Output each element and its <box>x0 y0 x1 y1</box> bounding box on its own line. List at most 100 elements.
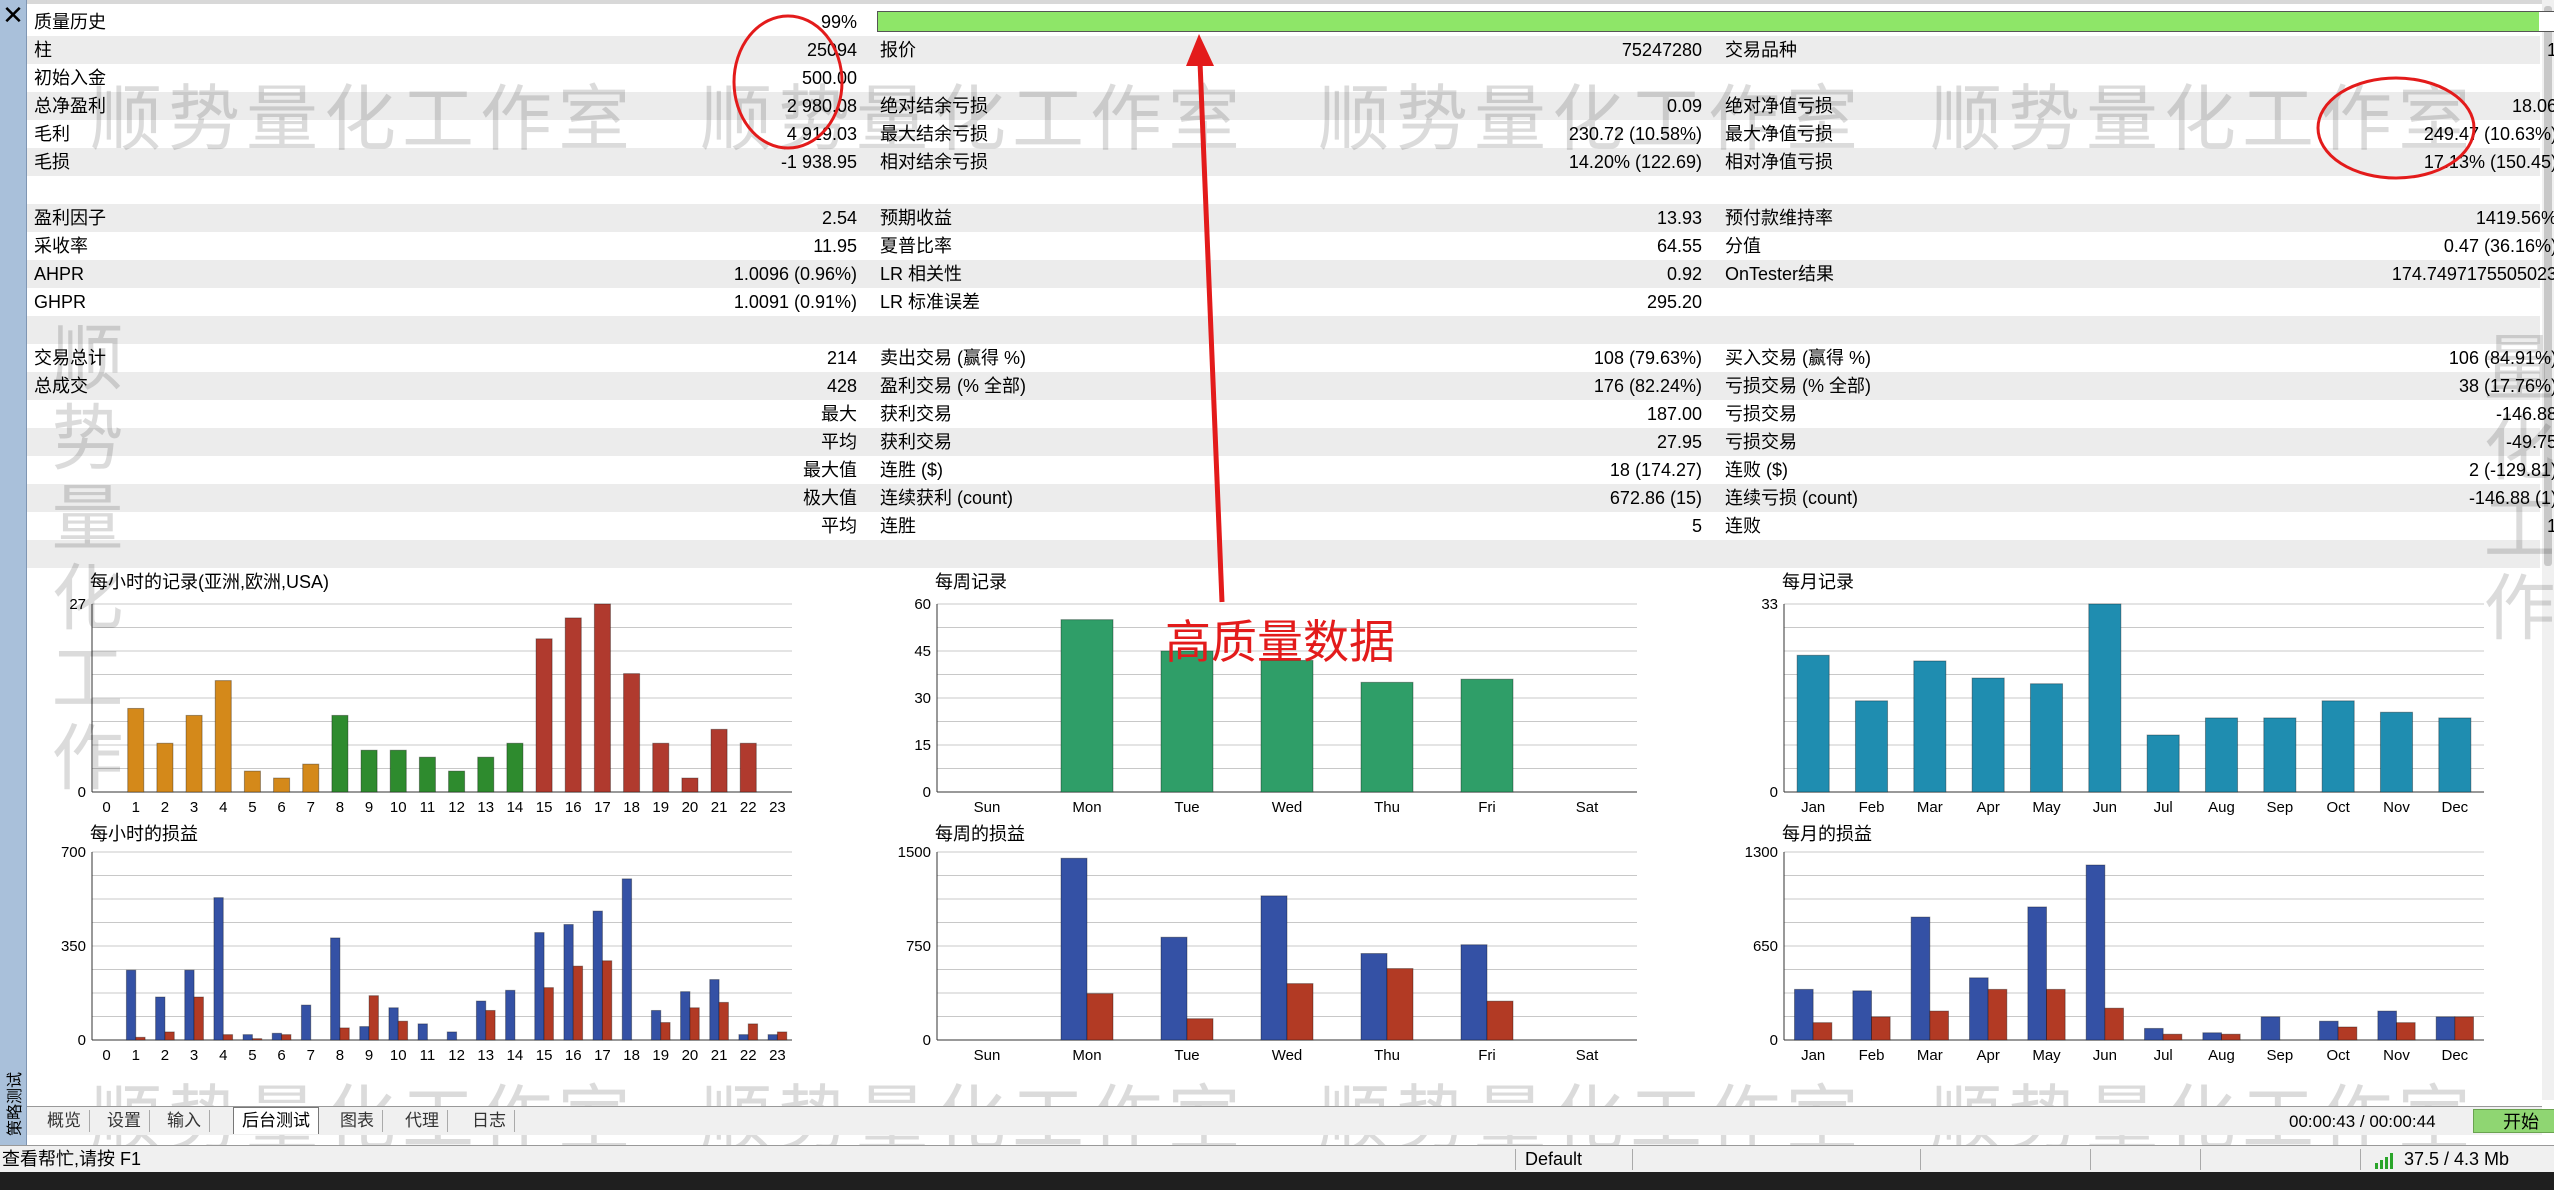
x-tick-label: 5 <box>248 799 256 816</box>
panel-title-text: 策略测试 <box>7 1072 24 1137</box>
quality-label: 质量历史 <box>34 12 106 32</box>
stat-label: 最大 <box>821 404 857 424</box>
stat-label: 夏普比率 <box>880 236 952 256</box>
x-tick-label: Dec <box>2441 799 2468 816</box>
loss-bar <box>1186 1018 1214 1041</box>
loss-bar <box>1929 1010 1949 1041</box>
bar <box>360 749 378 793</box>
quality-progress-bar <box>877 11 2554 32</box>
loss-bar <box>1812 1022 1833 1041</box>
tab-journal[interactable]: 日志 <box>464 1110 515 1132</box>
x-tick-label: Wed <box>1272 799 1303 816</box>
hourly-pl-chart: 每小时的损益 0 350 700 0 1 2 3 4 5 6 7 8 9 10 11 12 13 14 15 16 17… <box>60 820 820 1072</box>
stat-label: 卖出交易 (赢得 %) <box>880 348 1026 368</box>
x-tick-label: 20 <box>682 1047 699 1064</box>
y-tick-label: 0 <box>1770 1032 1778 1049</box>
x-tick-label: 6 <box>277 799 285 816</box>
loss-bar <box>368 995 379 1041</box>
profit-bar <box>709 979 720 1041</box>
x-tick-label: 14 <box>507 799 524 816</box>
stat-value: 1.0096 (0.96%) <box>733 264 857 284</box>
profit-bar <box>2085 864 2106 1041</box>
loss-bar <box>660 1022 671 1041</box>
tab-settings[interactable]: 设置 <box>99 1110 150 1132</box>
start-button[interactable]: 开始 <box>2473 1109 2554 1133</box>
loss-bar <box>2396 1022 2416 1041</box>
x-tick-label: 8 <box>336 799 344 816</box>
stat-value: 214 <box>826 348 857 368</box>
tab-inputs[interactable]: 输入 <box>159 1110 210 1132</box>
profit-bar <box>2377 1010 2397 1041</box>
x-tick-label: 2 <box>161 799 169 816</box>
y-tick-label: 650 <box>1753 938 1778 955</box>
loss-bar <box>718 1001 729 1041</box>
x-tick-label: Sun <box>974 799 1001 816</box>
bar <box>2088 603 2122 793</box>
loss-bar <box>485 1009 496 1041</box>
tab-graph[interactable]: 图表 <box>332 1110 383 1132</box>
tab-backtest[interactable]: 后台测试 <box>233 1107 319 1134</box>
stats-row: 交易总计 214 卖出交易 (赢得 %) 108 (79.63%) 买入交易 (… <box>27 344 2554 372</box>
bar <box>302 763 320 793</box>
stat-value: 428 <box>826 376 857 396</box>
memory-usage: 37.5 / 4.3 Mb <box>2404 1149 2510 1169</box>
close-icon[interactable]: ✕ <box>0 2 26 28</box>
profit-bar <box>650 1009 662 1041</box>
x-tick-label: May <box>2032 799 2061 816</box>
x-tick-label: Mar <box>1917 799 1943 816</box>
stat-value: 5 <box>1691 516 1702 536</box>
os-taskbar <box>0 1172 2554 1190</box>
x-tick-label: 16 <box>565 799 582 816</box>
loss-bar <box>776 1031 788 1041</box>
profit-bar <box>125 969 137 1041</box>
loss-bar <box>164 1031 175 1041</box>
bar <box>2263 717 2297 793</box>
stats-row: 平均 连胜 5 连败 1 <box>27 512 2554 540</box>
x-tick-label: 9 <box>365 799 373 816</box>
tab-agents[interactable]: 代理 <box>397 1110 448 1132</box>
profit-bar <box>359 1026 370 1041</box>
bar <box>214 680 232 793</box>
status-divider <box>1632 1149 1633 1170</box>
loss-bar <box>2337 1026 2358 1041</box>
bar <box>331 714 349 793</box>
tab-overview[interactable]: 概览 <box>39 1110 90 1132</box>
stat-label: 亏损交易 <box>1725 404 1797 424</box>
stat-value: 176 (82.24%) <box>1593 376 1702 396</box>
loss-bar <box>281 1034 292 1041</box>
watermark-vertical: 顺势量化工作 <box>40 320 120 800</box>
loss-bar <box>689 1007 700 1041</box>
weekly-pl-chart: 每周的损益 0 750 1500 Sun Mon Tue Wed Thu Fri Sat <box>898 820 1665 1072</box>
bar <box>506 742 524 793</box>
profit-bar <box>738 1034 749 1041</box>
stat-value: 0.92 <box>1666 264 1702 284</box>
profit-bar <box>2260 1016 2281 1041</box>
loss-bar <box>1386 968 1414 1041</box>
stat-label: 连续获利 (count) <box>880 488 1014 508</box>
stat-label: 预付款维持率 <box>1725 208 1833 228</box>
annotation-text: 高质量数据 <box>1165 616 1395 668</box>
profit-bar <box>1360 953 1388 1041</box>
chart-plot: 0270 1 2 3 4 5 6 7 8 9 10 11 12 13 14 15 16 17 18 19 20 21 22 2… <box>69 596 792 816</box>
stats-row-spacer <box>27 540 2540 568</box>
watermark: 顺势量化工作室 <box>90 80 637 160</box>
stat-label: 亏损交易 <box>1725 432 1797 452</box>
bar <box>418 756 436 793</box>
stats-row-spacer <box>27 176 2540 204</box>
stats-row: GHPR 1.0091 (0.91%) LR 标准误差 295.20 <box>27 288 2540 316</box>
stat-label: 获利交易 <box>880 404 952 424</box>
profit-bar <box>680 991 691 1041</box>
bar <box>681 777 699 793</box>
bar <box>2438 717 2472 793</box>
x-tick-label: Jul <box>2154 799 2173 816</box>
bar <box>389 749 407 793</box>
watermark-vertical: 量化工作 <box>2472 330 2552 650</box>
loss-bar <box>251 1038 263 1041</box>
stat-label: 连续亏损 (count) <box>1725 488 1859 508</box>
bar <box>535 638 553 793</box>
loss-bar <box>222 1034 234 1041</box>
stats-row-spacer <box>27 316 2540 344</box>
stat-value: 2.54 <box>821 208 857 228</box>
stats-row: 盈利因子 2.54 预期收益 13.93 预付款维持率 1419.56% <box>27 204 2554 232</box>
profit-bar <box>1460 944 1488 1041</box>
